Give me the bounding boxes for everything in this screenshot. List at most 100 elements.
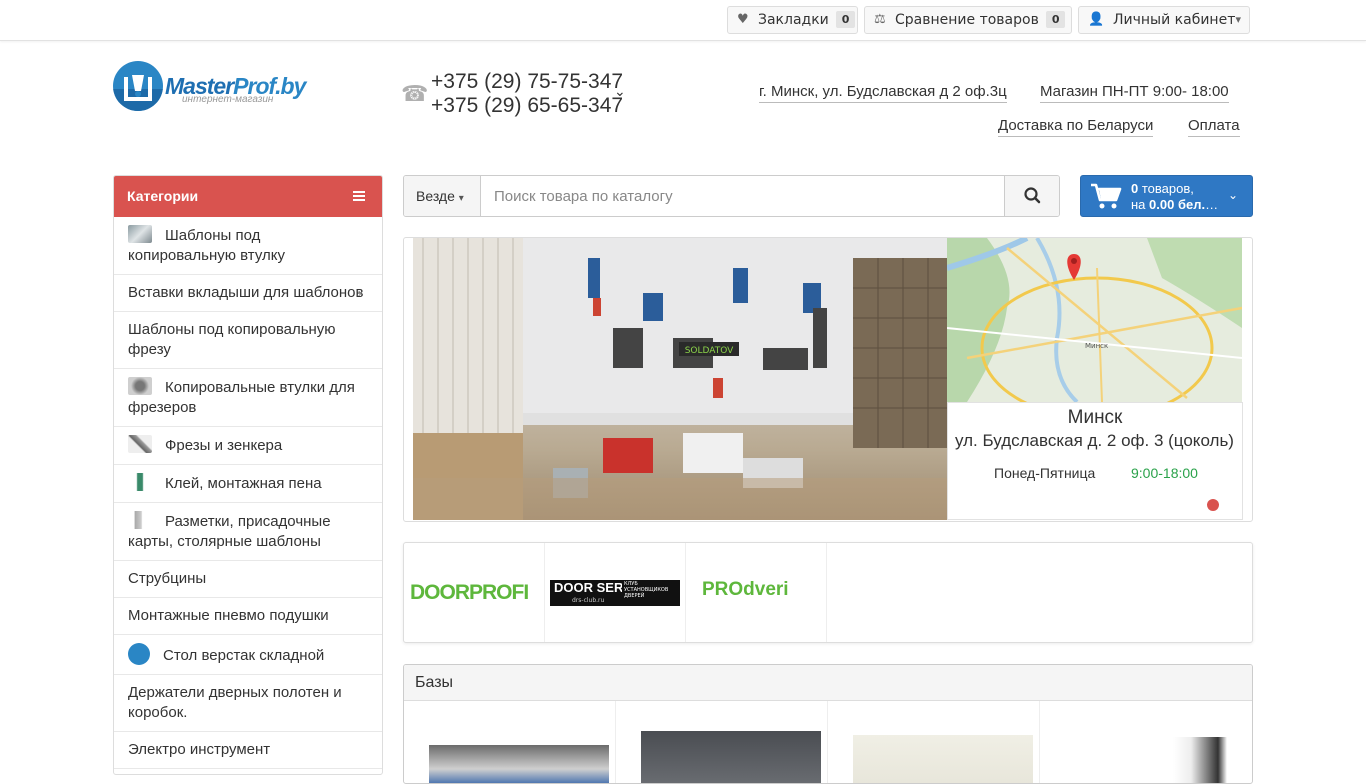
brand-logo-subtext: КЛУБ УСТАНОВЩИКОВ ДВЕРЕЙ: [624, 581, 669, 599]
product-card[interactable]: [828, 701, 1040, 783]
carousel-dot[interactable]: [1207, 499, 1219, 511]
promo-banner[interactable]: SOLDATOV Минск Минск ул. Будславская д. …: [403, 237, 1253, 522]
brand-door-service[interactable]: DOOR SERVICE КЛУБ УСТАНОВЩИКОВ ДВЕРЕЙ dr…: [545, 543, 686, 642]
phone-block[interactable]: +375 (29) 75-75-347 +375 (29) 65-65-347: [431, 70, 623, 118]
category-thumbnail: [128, 435, 152, 453]
cart-total-prefix: на: [1131, 197, 1146, 212]
categories-title: Категории: [127, 188, 199, 204]
category-label: Электро инструмент: [128, 741, 271, 758]
brand-logo-text: PROdveri: [702, 579, 789, 600]
search-scope-label: Везде: [416, 188, 455, 204]
product-card[interactable]: [616, 701, 828, 783]
category-item[interactable]: Монтажные пневмо подушки: [114, 598, 382, 635]
brand-doorprofi[interactable]: DOORPROFI: [404, 543, 545, 642]
brand-logo-site: drs-club.ru: [572, 597, 605, 604]
banner-days: Понед-Пятница: [994, 465, 1096, 481]
bases-title: Базы: [404, 665, 1252, 701]
category-thumbnail: [128, 643, 150, 665]
product-image[interactable]: [853, 735, 1033, 783]
brand-logo-text: DOOR SERVICE: [554, 581, 622, 595]
bookmarks-count-badge: 0: [835, 11, 856, 28]
cart-button[interactable]: 0 товаров, на 0.00 бел. руб. ⌄: [1080, 175, 1253, 217]
bookmarks-label: Закладки: [758, 12, 829, 28]
phone-icon: ☎: [401, 82, 429, 107]
payment-link[interactable]: Оплата: [1188, 116, 1240, 137]
bookmarks-button[interactable]: ♥ Закладки 0: [727, 6, 858, 34]
category-thumbnail: [128, 377, 152, 395]
banner-hours: 9:00-18:00: [1131, 465, 1198, 481]
category-label: Фрезы и зенкера: [165, 437, 283, 454]
categories-sidebar: Категории Шаблоны под копировальную втул…: [113, 175, 383, 775]
address-link[interactable]: г. Минск, ул. Будславская д 2 оф.3ц: [759, 82, 1007, 103]
cart-total: 0.00 бел. руб.: [1149, 197, 1219, 212]
delivery-link[interactable]: Доставка по Беларуси: [998, 116, 1154, 137]
category-item[interactable]: Шаблоны под копировальную фрезу: [114, 312, 382, 369]
heart-icon: ♥: [737, 12, 749, 27]
product-card[interactable]: [1040, 701, 1252, 783]
cart-count: 0: [1131, 181, 1139, 196]
account-label: Личный кабинет: [1113, 12, 1236, 28]
compare-button[interactable]: ⚖ Сравнение товаров 0: [864, 6, 1072, 34]
cart-total-line: на 0.00 бел. руб.: [1131, 197, 1219, 213]
chevron-right-icon: ›: [357, 285, 362, 300]
phone-1[interactable]: +375 (29) 75-75-347: [431, 70, 623, 94]
map-city-label: Минск: [1085, 342, 1108, 350]
user-icon: 👤: [1088, 12, 1105, 27]
chevron-down-icon: ▾: [1235, 13, 1241, 26]
location-map[interactable]: Минск: [946, 238, 1243, 420]
shelf-brand-text: SOLDATOV: [685, 346, 734, 356]
category-item[interactable]: Фрезы и зенкера: [114, 427, 382, 465]
menu-icon[interactable]: [353, 191, 365, 201]
search-bar: Везде ▾: [403, 175, 1060, 217]
brands-carousel: DOORPROFI DOOR SERVICE КЛУБ УСТАНОВЩИКОВ…: [403, 542, 1253, 643]
category-item[interactable]: Разметки, присадочные карты, столярные ш…: [114, 503, 382, 561]
product-card[interactable]: [404, 701, 616, 783]
search-button[interactable]: [1004, 176, 1059, 216]
search-input[interactable]: [482, 176, 1005, 216]
chevron-down-icon[interactable]: ⌄: [614, 84, 626, 100]
category-item[interactable]: Шаблоны под копировальную втулку: [114, 217, 382, 275]
categories-header[interactable]: Категории: [114, 176, 382, 217]
category-label: Вставки вкладыши для шаблонов: [128, 284, 364, 301]
site-logo[interactable]: MasterProf.by интернет-магазин: [113, 61, 306, 113]
bases-section: Базы: [403, 664, 1253, 784]
category-item[interactable]: Вставки вкладыши для шаблонов ›: [114, 275, 382, 312]
category-item[interactable]: Копировальные втулки для фрезеров: [114, 369, 382, 427]
category-label: Монтажные пневмо подушки: [128, 607, 329, 624]
account-dropdown[interactable]: 👤 Личный кабинет ▾: [1078, 6, 1250, 34]
category-label: Клей, монтажная пена: [165, 475, 322, 492]
category-item[interactable]: Струбцины: [114, 561, 382, 598]
location-caption: Минск ул. Будславская д. 2 оф. 3 (цоколь…: [947, 402, 1243, 520]
cart-count-line: 0 товаров,: [1131, 181, 1194, 197]
logo-subtitle: интернет-магазин: [182, 94, 274, 105]
store-photo: SOLDATOV: [413, 238, 947, 520]
brand-prodveri[interactable]: PROdveri: [686, 543, 827, 642]
scales-icon: ⚖: [874, 12, 886, 27]
category-item[interactable]: Клей, монтажная пена: [114, 465, 382, 503]
product-image[interactable]: [1065, 737, 1245, 783]
category-label: Держатели дверных полотен и коробок.: [128, 684, 342, 721]
banner-address: ул. Будславская д. 2 оф. 3 (цоколь): [955, 431, 1234, 450]
cart-icon: [1091, 183, 1122, 209]
category-item[interactable]: Держатели дверных полотен и коробок.: [114, 675, 382, 732]
search-icon: [1024, 187, 1041, 204]
top-bar: ♥ Закладки 0 ⚖ Сравнение товаров 0 👤 Личны…: [0, 0, 1366, 41]
search-scope-dropdown[interactable]: Везде ▾: [404, 176, 481, 216]
category-item[interactable]: Стол верстак складной: [114, 635, 382, 675]
category-label: Разметки, присадочные карты, столярные ш…: [128, 513, 331, 550]
brand-logo-box: DOOR SERVICE КЛУБ УСТАНОВЩИКОВ ДВЕРЕЙ dr…: [550, 580, 680, 606]
chevron-down-icon: ⌄: [1227, 188, 1238, 202]
chevron-down-icon: ▾: [458, 193, 464, 204]
compare-label: Сравнение товаров: [895, 12, 1039, 28]
category-item[interactable]: Электро инструмент: [114, 732, 382, 769]
banner-city: Минск: [1067, 407, 1123, 428]
hours-link[interactable]: Магазин ПН-ПТ 9:00- 18:00: [1040, 82, 1229, 103]
product-image[interactable]: [641, 731, 821, 783]
product-image[interactable]: [429, 745, 609, 783]
compare-count-badge: 0: [1045, 11, 1066, 28]
category-label: Копировальные втулки для фрезеров: [128, 379, 355, 416]
phone-2[interactable]: +375 (29) 65-65-347: [431, 94, 623, 118]
category-thumbnail: [128, 511, 152, 529]
category-thumbnail: [128, 473, 152, 491]
logo-emblem: [113, 61, 163, 111]
